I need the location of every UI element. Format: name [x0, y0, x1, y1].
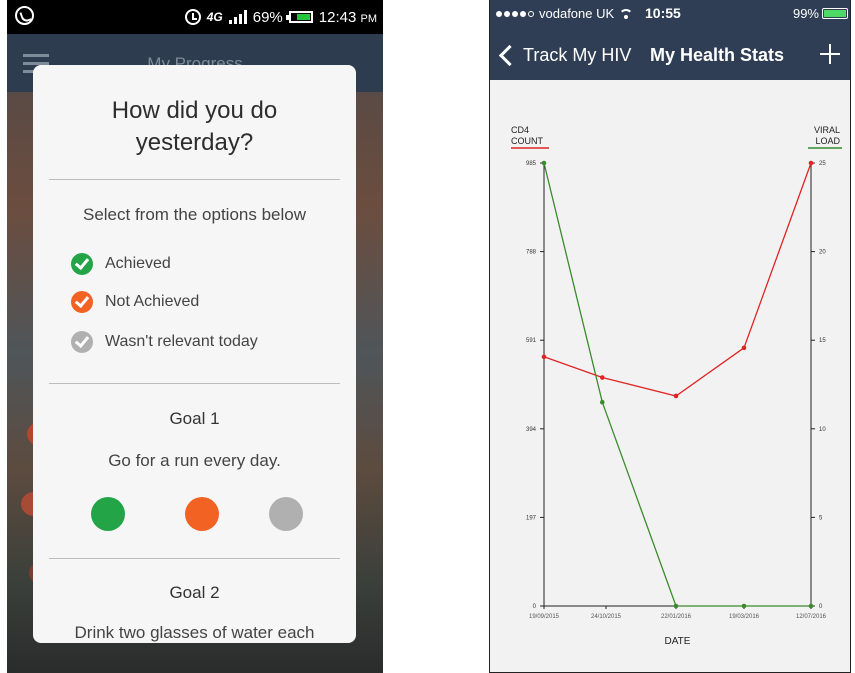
signal-icon [228, 10, 247, 24]
divider [49, 383, 340, 384]
not-relevant-button[interactable] [269, 497, 303, 531]
left-tick-label: 985 [526, 161, 537, 167]
signal-dots-icon [496, 10, 534, 17]
viral-load-point [741, 603, 747, 609]
x-tick-label: 19/09/2015 [529, 614, 560, 620]
check-icon [71, 253, 93, 275]
left-tick-label: 0 [533, 604, 537, 610]
alarm-icon [184, 9, 201, 25]
left-axis-label-line1: CD4 [511, 125, 529, 135]
left-tick-label: 394 [526, 427, 537, 433]
viral-load-line [543, 162, 811, 607]
legend-not-achieved: Not Achieved [71, 290, 199, 314]
goal-2-heading: Goal 2 [169, 583, 220, 602]
x-tick-label: 12/07/2016 [796, 614, 827, 620]
legend-achieved: Achieved [71, 252, 171, 276]
ios-clock: 10:55 [645, 5, 681, 21]
viral-load-point [673, 603, 679, 609]
android-screen: 4G 69% 12:43 PM My Progress How did you … [7, 0, 383, 673]
ios-screen: vodafone UK 10:55 99% Track My HIV My He… [489, 0, 851, 673]
back-button[interactable]: Track My HIV [496, 41, 631, 69]
right-axis-label-line2: LOAD [815, 136, 840, 146]
x-axis-label: DATE [665, 636, 691, 647]
wifi-icon [619, 8, 634, 19]
add-icon[interactable] [820, 44, 840, 64]
left-tick-label: 197 [526, 515, 537, 521]
right-tick-label: 5 [819, 515, 823, 521]
divider [49, 558, 340, 559]
left-tick-label: 788 [526, 250, 537, 256]
legend-not-relevant: Wasn't relevant today [71, 330, 258, 354]
left-tick-label: 591 [526, 338, 537, 344]
goal-1-heading: Goal 1 [169, 409, 220, 428]
not-achieved-button[interactable] [185, 497, 219, 531]
goal-2-text: Drink two glasses of water each [74, 623, 315, 642]
x-tick-label: 24/10/2015 [591, 614, 622, 620]
viral-load-point [599, 399, 605, 405]
battery-icon [285, 11, 313, 23]
cd4-count-point [741, 345, 747, 351]
nav-title: My Health Stats [650, 45, 785, 65]
check-icon [71, 331, 93, 353]
left-axis-label-line2: COUNT [511, 136, 543, 146]
viral-load-point [808, 603, 814, 609]
chevron-left-icon [498, 44, 521, 66]
ios-battery: 99% [793, 6, 848, 21]
nav-bar: vodafone UK 10:55 99% Track My HIV My He… [490, 0, 850, 80]
progress-dialog: How did you do yesterday? Select from th… [33, 65, 356, 643]
cd4-count-line [543, 162, 812, 397]
right-tick-label: 25 [819, 161, 826, 167]
ios-status-left: vodafone UK [496, 6, 634, 21]
network-type: 4G [206, 10, 223, 24]
cd4-count-point [599, 375, 605, 380]
right-tick-label: 0 [819, 604, 823, 610]
cd4-count-point [808, 160, 814, 166]
right-tick-label: 10 [819, 427, 826, 433]
clock: 12:43 PM [318, 8, 377, 26]
right-axis-label-line1: VIRAL [814, 125, 840, 135]
battery-percent: 69% [252, 8, 283, 26]
cd4-count-point [673, 393, 679, 399]
divider [49, 179, 340, 180]
right-tick-label: 15 [819, 338, 826, 344]
x-tick-label: 19/03/2016 [729, 614, 760, 620]
cd4-count-point [541, 354, 547, 360]
whatsapp-icon [15, 6, 34, 25]
dialog-title: How did you do yesterday? [111, 97, 278, 156]
carrier: vodafone UK [539, 6, 615, 21]
goal-1-text: Go for a run every day. [108, 451, 281, 470]
battery-icon [822, 8, 848, 19]
achieved-button[interactable] [91, 497, 125, 531]
check-icon [71, 291, 93, 313]
dialog-subtitle: Select from the options below [82, 205, 306, 224]
android-status-bar: 4G 69% 12:43 PM [7, 0, 383, 34]
health-stats-chart: 985 788 591 394 197 0 25 20 15 10 5 0 19/09/2015 24/1… [511, 125, 842, 647]
right-tick-label: 20 [819, 250, 826, 256]
x-tick-label: 22/01/2016 [661, 614, 692, 620]
viral-load-point [541, 160, 547, 166]
